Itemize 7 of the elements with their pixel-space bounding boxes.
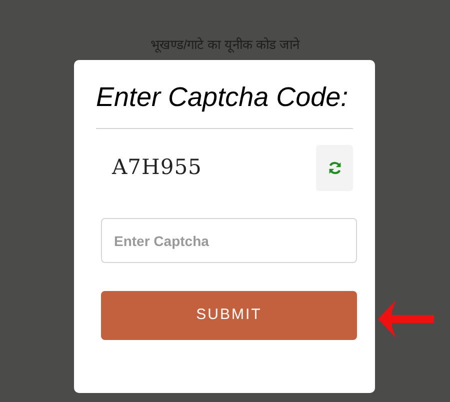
captcha-code: A7H955 (112, 154, 202, 182)
arrow-drawing (378, 300, 434, 338)
captcha-input-field[interactable]: Enter Captcha (101, 218, 357, 263)
submit-button[interactable]: SUBMIT (101, 291, 357, 340)
dialog-title: Enter Captcha Code: (96, 81, 348, 114)
refresh-button[interactable] (316, 145, 353, 191)
refresh-icon (328, 161, 342, 175)
